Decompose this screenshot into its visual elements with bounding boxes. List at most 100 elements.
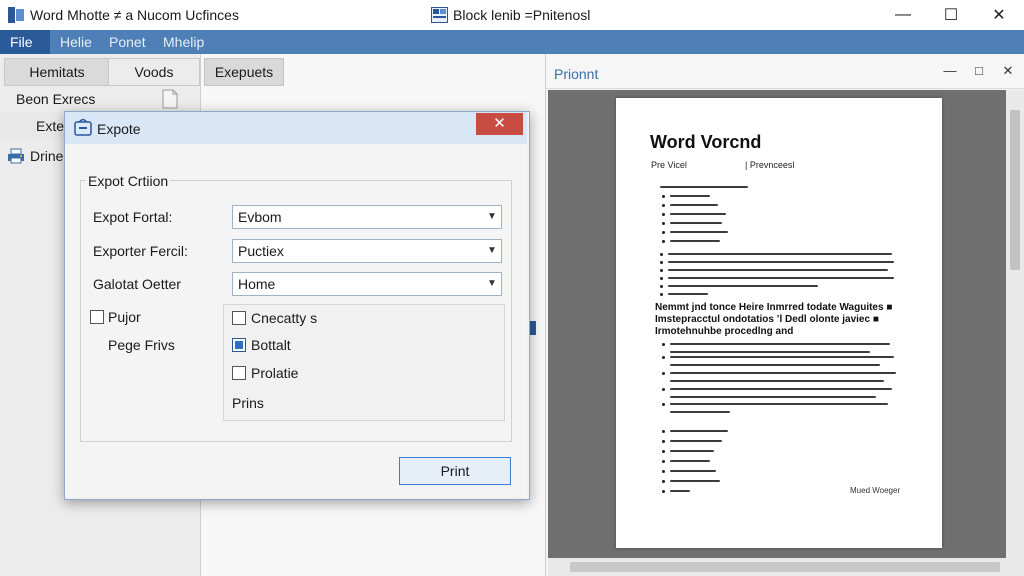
text-line — [670, 356, 894, 358]
text-line — [670, 343, 890, 345]
options-footer-label: Prins — [232, 395, 264, 411]
text-line — [670, 480, 720, 482]
text-line — [670, 403, 888, 405]
file-icon — [162, 89, 178, 109]
menu-help[interactable]: Helie — [50, 30, 102, 54]
minimize-button[interactable]: — — [880, 0, 926, 30]
text-line — [668, 261, 894, 263]
option-label: Bottalt — [251, 337, 291, 353]
document-title: Block lenib =Pnitenosl — [453, 7, 591, 23]
option-label: Prolatie — [251, 365, 299, 381]
bullet — [662, 450, 665, 453]
text-line — [668, 269, 888, 271]
text-line — [660, 186, 748, 188]
tab-label: Exepuets — [214, 64, 274, 80]
tab-hemitats[interactable]: Hemitats — [4, 58, 110, 86]
export-format-select[interactable]: Evbom ▼ — [232, 205, 502, 229]
bullet — [662, 480, 665, 483]
bullet — [662, 388, 665, 391]
bullet — [662, 372, 665, 375]
bullet — [662, 490, 665, 493]
text-line — [670, 364, 880, 366]
bullet — [662, 440, 665, 443]
print-button[interactable]: Print — [399, 457, 511, 485]
maximize-button[interactable]: ☐ — [928, 0, 974, 30]
pujor-label: Pujor — [108, 309, 141, 325]
dialog-title: Expote — [97, 121, 141, 137]
export-format-label: Expot Fortal: — [93, 209, 173, 225]
text-line — [670, 213, 726, 215]
page-subtitle-left: Pre Vicel — [651, 160, 687, 170]
bullet — [660, 277, 663, 280]
page-subtitle-right: | Prevnceesl — [745, 160, 795, 170]
app-icon — [8, 7, 24, 23]
bullet — [662, 204, 665, 207]
chevron-down-icon[interactable]: ▼ — [483, 206, 501, 228]
bullet — [662, 460, 665, 463]
bullet — [662, 195, 665, 198]
menu-ponet[interactable]: Ponet — [99, 30, 156, 54]
text-line — [670, 231, 728, 233]
bullet — [662, 240, 665, 243]
bullet — [662, 470, 665, 473]
tab-voods[interactable]: Voods — [108, 58, 200, 86]
list-item-label: Exte — [36, 118, 65, 134]
output-select[interactable]: Home ▼ — [232, 272, 502, 296]
bullet — [662, 343, 665, 346]
bullet — [660, 261, 663, 264]
preview-minimize-button[interactable]: — — [940, 62, 960, 80]
chevron-down-icon[interactable]: ▼ — [483, 273, 501, 295]
text-line — [670, 450, 714, 452]
text-line — [668, 285, 818, 287]
output-label: Galotat Oetter — [93, 276, 181, 292]
pujor-checkbox[interactable] — [90, 310, 104, 324]
text-line — [670, 380, 884, 382]
dialog-close-button[interactable]: ✕ — [476, 113, 523, 135]
horizontal-scroll-thumb[interactable] — [570, 562, 1000, 572]
bullet — [662, 430, 665, 433]
chevron-down-icon[interactable]: ▼ — [483, 240, 501, 262]
document-icon — [431, 7, 448, 23]
preview-maximize-button[interactable]: □ — [969, 62, 989, 80]
tab-label: Hemitats — [29, 64, 85, 80]
bullet — [660, 293, 663, 296]
text-line — [670, 240, 720, 242]
bullet — [662, 403, 665, 406]
text-line — [670, 396, 876, 398]
option-label: Cnecatty s — [251, 310, 318, 326]
tab-label: Voods — [134, 64, 174, 80]
text-line — [670, 430, 728, 432]
close-button[interactable]: ✕ — [976, 0, 1022, 30]
text-line — [670, 222, 722, 224]
text-line — [670, 388, 892, 390]
page-signature: Mued Woeger — [850, 486, 901, 495]
page-heading: Nemmt jnd tonce Heire Inmrred todate Wag… — [655, 302, 893, 337]
text-line — [670, 372, 896, 374]
app-title: Word Mhotte ≠ a Nucom Ucfinces — [30, 7, 239, 23]
option-checkbox[interactable] — [232, 311, 246, 325]
export-icon — [74, 119, 92, 136]
bullet — [662, 231, 665, 234]
bullet — [662, 222, 665, 225]
text-line — [670, 351, 870, 353]
menu-file[interactable]: File — [0, 30, 50, 54]
select-value: Puctiex — [238, 243, 284, 259]
list-item-label: Beon Exrecs — [16, 91, 96, 107]
text-line — [670, 470, 716, 472]
bullet — [660, 269, 663, 272]
exporter-select[interactable]: Puctiex ▼ — [232, 239, 502, 263]
menu-mhelip[interactable]: Mhelip — [153, 30, 214, 54]
tab-exepuets[interactable]: Exepuets — [204, 58, 284, 86]
text-line — [670, 195, 710, 197]
list-item[interactable]: Beon Exrecs — [0, 86, 200, 112]
printer-icon — [8, 148, 24, 164]
text-line — [670, 460, 710, 462]
bullet — [660, 253, 663, 256]
select-value: Evbom — [238, 209, 282, 225]
text-line — [668, 253, 892, 255]
preview-close-button[interactable]: ✕ — [998, 62, 1018, 80]
option-checkbox[interactable] — [232, 338, 246, 352]
vertical-scroll-thumb[interactable] — [1010, 110, 1020, 270]
option-checkbox[interactable] — [232, 366, 246, 380]
preview-title: Prionnt — [554, 66, 599, 82]
